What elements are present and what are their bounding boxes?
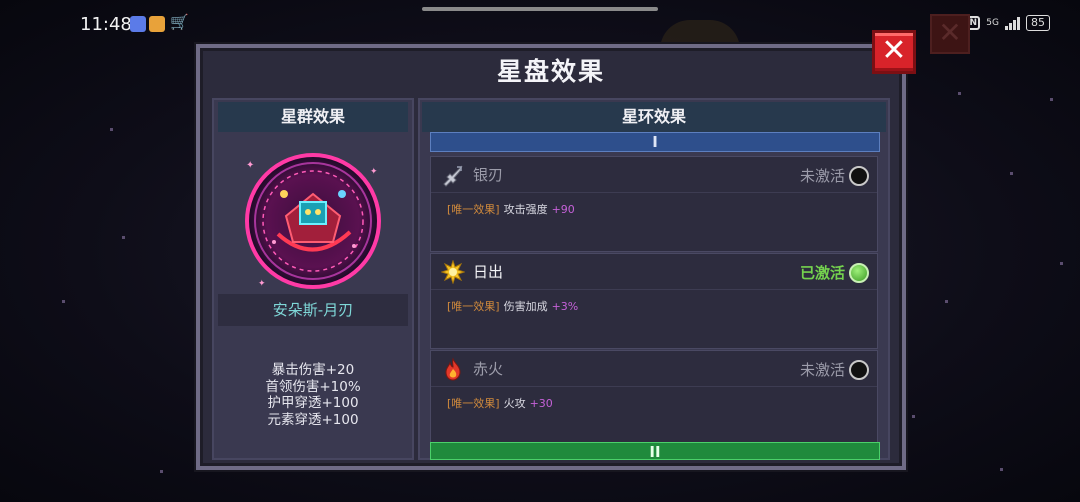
unique-effect-tag: [唯一效果] (447, 397, 500, 410)
battery-icon: 85 (1026, 15, 1050, 31)
silver-blade-icon (443, 165, 463, 187)
status-indicator-icon (849, 166, 869, 186)
effect-description: [唯一效果] 攻击强度 +90 (447, 201, 575, 217)
effect-stat: 伤害加成 (503, 300, 548, 313)
effect-stat: 攻击强度 (503, 203, 548, 216)
top-drag-handle[interactable] (422, 7, 658, 11)
unique-effect-tag: [唯一效果] (447, 203, 500, 216)
effect-description: [唯一效果] 伤害加成 +3% (447, 298, 578, 314)
red-fire-icon (445, 357, 461, 381)
app-notification-icon (130, 16, 146, 32)
status-time: 11:48 (80, 14, 132, 35)
effect-status: 未激活 (799, 361, 845, 379)
tier-1-header: I (430, 132, 880, 152)
effect-status: 已激活 (799, 264, 845, 282)
effect-name: 赤火 (473, 360, 504, 378)
effect-stat: 火攻 (503, 397, 526, 410)
effect-description: [唯一效果] 火攻 +30 (447, 395, 553, 411)
effect-name: 日出 (473, 263, 504, 281)
effect-card-red-fire: 赤火 未激活 [唯一效果] 火攻 +30 (430, 350, 878, 446)
sunrise-icon (441, 260, 465, 284)
bonus-armor-penetration: 护甲穿透+100 (267, 395, 359, 411)
constellation-panel: 星群效果 ✦ ✦ ✦ 安朵斯-月刃 暴击伤害+20 首领伤害+10% 护甲穿透+… (212, 98, 414, 460)
status-indicator-icon (849, 263, 869, 283)
shopping-cart-icon: 🛒 (170, 13, 189, 31)
effect-name: 银刃 (473, 166, 504, 184)
close-x-icon: ✕ (881, 33, 907, 68)
character-name: 安朵斯-月刃 (218, 294, 408, 326)
status-indicators: N 5G 85 (966, 15, 1050, 31)
status-indicator-icon (849, 360, 869, 380)
effect-value: +30 (529, 397, 553, 410)
bonus-crit-damage: 暴击伤害+20 (271, 362, 355, 378)
svg-text:✦: ✦ (246, 160, 254, 171)
effect-value: +90 (551, 203, 575, 216)
constellation-header: 星群效果 (218, 102, 408, 132)
constellation-emblem-icon: ✦ ✦ ✦ (245, 153, 381, 289)
bonus-boss-damage: 首领伤害+10% (265, 378, 361, 395)
ring-effects-header: 星环效果 (422, 102, 886, 132)
close-button[interactable]: ✕ (872, 30, 916, 74)
ring-effects-panel[interactable]: 星环效果 I 银刃 未激活 [唯一效果] 攻击强度 +90 日出 已激活 [唯一… (418, 98, 890, 461)
app-notification-icon-2 (149, 16, 165, 32)
bonus-element-penetration: 元素穿透+100 (267, 411, 359, 428)
svg-text:✦: ✦ (258, 279, 266, 289)
background-close-icon: ✕ (930, 14, 970, 54)
network-type-label: 5G (986, 17, 999, 28)
signal-bars-icon (1005, 16, 1020, 30)
tier-2-header: II (430, 442, 880, 461)
effect-value: +3% (551, 300, 579, 313)
status-bar: 11:48 🛒 N 5G 85 (0, 0, 1080, 48)
effect-card-silver-blade: 银刃 未激活 [唯一效果] 攻击强度 +90 (430, 156, 878, 252)
unique-effect-tag: [唯一效果] (447, 300, 500, 313)
effect-status: 未激活 (799, 167, 845, 185)
effect-card-sunrise: 日出 已激活 [唯一效果] 伤害加成 +3% (430, 253, 878, 349)
svg-text:✦: ✦ (370, 167, 378, 177)
dialog-title: 星盘效果 (496, 57, 605, 86)
star-chart-dialog: 星盘效果 星群效果 ✦ ✦ ✦ 安朵斯-月刃 暴击伤害+20 首领伤害+10% … (196, 44, 906, 470)
constellation-bonus-list: 暴击伤害+20 首领伤害+10% 护甲穿透+100 元素穿透+100 (214, 362, 412, 428)
